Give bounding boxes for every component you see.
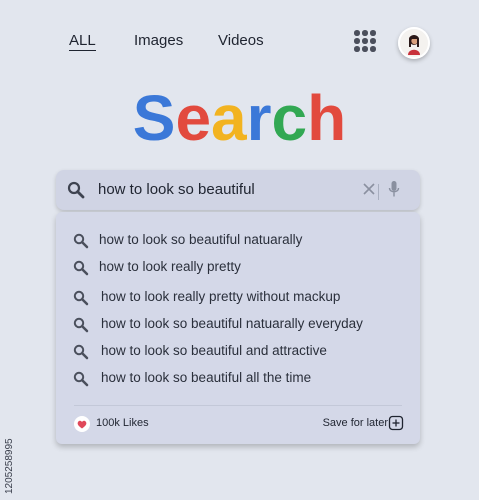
logo-letter: h: [307, 82, 347, 154]
avatar[interactable]: [398, 27, 430, 59]
suggestion-text: how to look so beautiful all the time: [101, 370, 312, 385]
search-icon: [73, 317, 89, 333]
save-for-later-button[interactable]: Save for later: [323, 417, 388, 429]
suggestion-text: how to look so beautiful natuarally: [99, 232, 303, 247]
suggestion-item[interactable]: how to look so beautiful and attractive: [56, 340, 420, 364]
suggestion-item[interactable]: how to look so beautiful all the time: [56, 367, 420, 391]
suggestions-dropdown: how to look so beautiful natuarally how …: [56, 212, 420, 444]
suggestion-item[interactable]: how to look really pretty without mackup: [56, 286, 420, 310]
plus-square-icon[interactable]: [388, 415, 404, 431]
suggestion-item[interactable]: how to look really pretty: [56, 256, 420, 280]
logo-letter: c: [271, 82, 308, 154]
suggestion-text: how to look really pretty: [99, 259, 241, 274]
heart-icon: [74, 416, 90, 432]
suggestion-item[interactable]: how to look so beautiful natuarally ever…: [56, 313, 420, 337]
search-input[interactable]: how to look so beautiful: [56, 170, 420, 210]
microphone-icon[interactable]: [388, 180, 400, 198]
search-logo: Search: [0, 80, 479, 156]
search-icon: [73, 344, 89, 360]
search-query[interactable]: how to look so beautiful: [98, 181, 255, 198]
close-icon[interactable]: [362, 182, 376, 196]
suggestion-text: how to look really pretty without mackup: [101, 289, 341, 304]
grid-dots-icon[interactable]: [354, 30, 376, 52]
tab-images[interactable]: Images: [134, 32, 183, 49]
divider: [378, 184, 379, 200]
logo-letter: S: [132, 82, 176, 154]
search-icon: [73, 233, 89, 249]
search-icon: [73, 371, 89, 387]
logo-letter: a: [211, 82, 247, 154]
logo-letter: e: [175, 82, 212, 154]
tab-videos[interactable]: Videos: [218, 32, 264, 49]
search-icon: [73, 290, 89, 306]
image-id-watermark: 1205258995: [4, 438, 15, 494]
search-icon: [73, 260, 89, 276]
divider: [74, 405, 402, 406]
tab-all[interactable]: ALL: [69, 32, 96, 51]
search-icon[interactable]: [67, 181, 85, 199]
suggestion-text: how to look so beautiful natuarally ever…: [101, 316, 363, 331]
likes-count: 100k Likes: [96, 417, 149, 429]
logo-letter: r: [246, 82, 272, 154]
user-avatar-icon: [400, 29, 428, 57]
suggestion-text: how to look so beautiful and attractive: [101, 343, 327, 358]
suggestion-item[interactable]: how to look so beautiful natuarally: [56, 229, 420, 253]
